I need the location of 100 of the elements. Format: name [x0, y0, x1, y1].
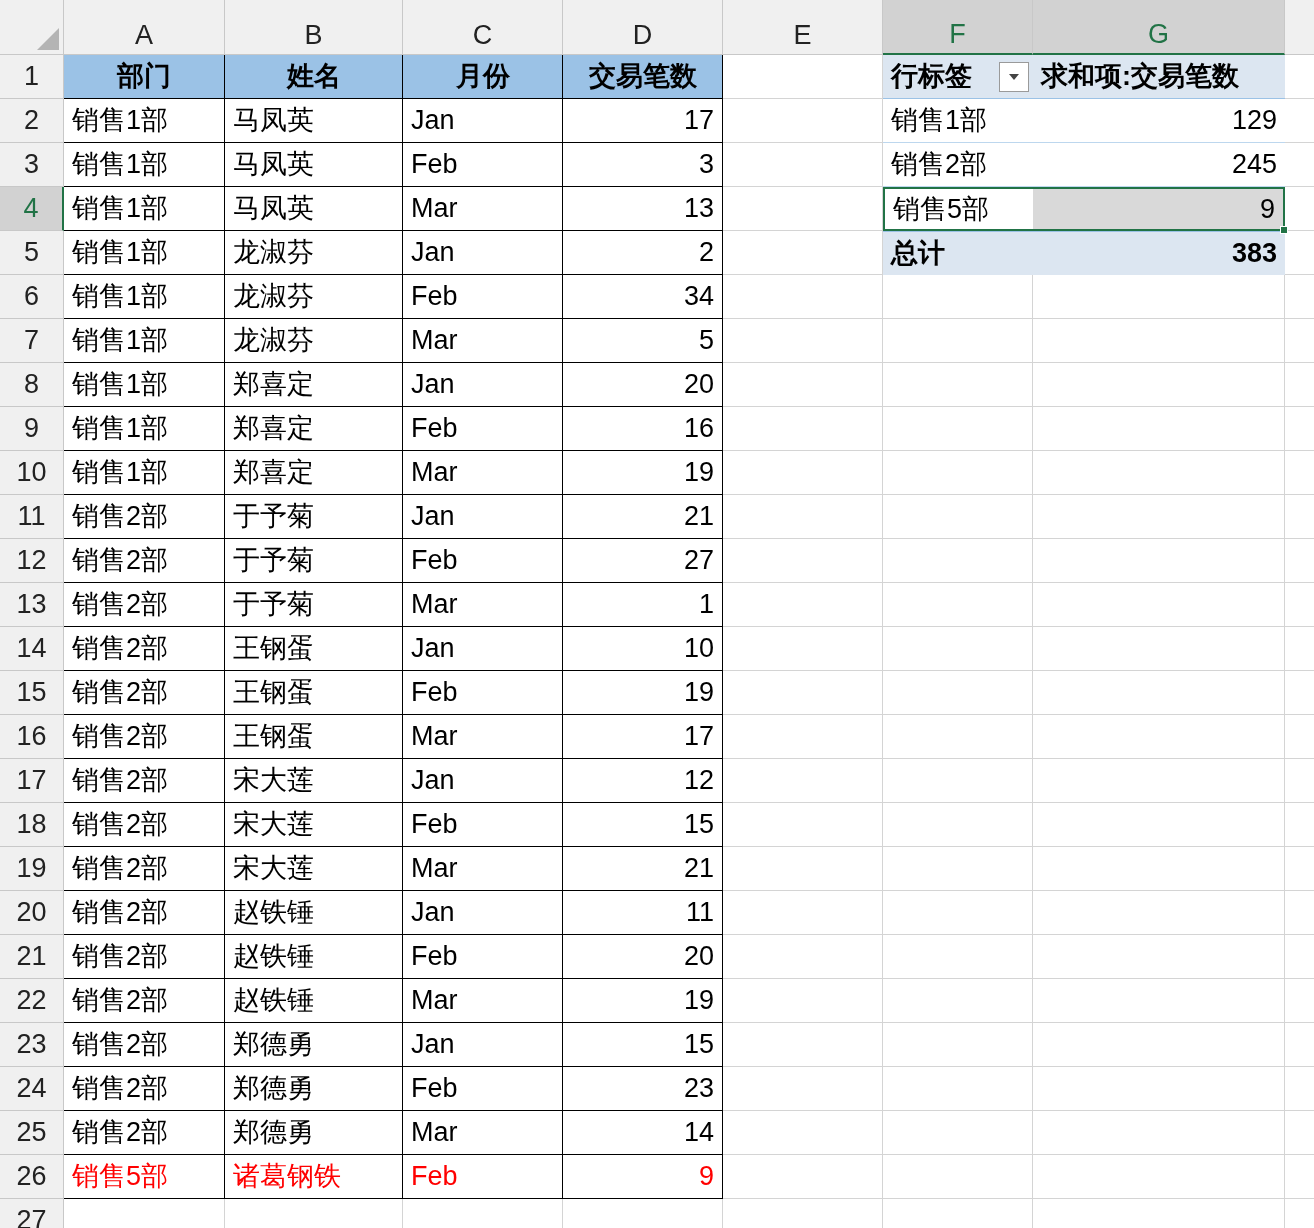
empty-cell[interactable]	[1033, 1155, 1285, 1199]
empty-cell[interactable]	[883, 935, 1033, 979]
empty-cell[interactable]	[723, 847, 883, 891]
column-header[interactable]: A	[64, 0, 225, 55]
row-header[interactable]: 26	[0, 1155, 64, 1199]
row-header[interactable]: 13	[0, 583, 64, 627]
empty-cell[interactable]	[883, 627, 1033, 671]
empty-cell[interactable]	[883, 1023, 1033, 1067]
row-header[interactable]: 8	[0, 363, 64, 407]
empty-cell[interactable]	[1033, 451, 1285, 495]
row-header[interactable]: 3	[0, 143, 64, 187]
empty-cell[interactable]	[723, 671, 883, 715]
empty-cell[interactable]	[1033, 539, 1285, 583]
empty-cell[interactable]	[883, 407, 1033, 451]
empty-cell[interactable]	[1033, 715, 1285, 759]
empty-cell[interactable]	[1033, 803, 1285, 847]
row-header[interactable]: 21	[0, 935, 64, 979]
empty-cell[interactable]	[1033, 495, 1285, 539]
empty-cell[interactable]	[1033, 319, 1285, 363]
empty-cell[interactable]	[723, 1067, 883, 1111]
empty-cell[interactable]	[883, 847, 1033, 891]
row-header[interactable]: 2	[0, 99, 64, 143]
empty-cell[interactable]	[883, 539, 1033, 583]
filter-dropdown-button[interactable]	[999, 61, 1029, 92]
empty-cell[interactable]	[1033, 407, 1285, 451]
row-header[interactable]: 7	[0, 319, 64, 363]
column-header[interactable]: F	[883, 0, 1033, 55]
empty-cell[interactable]	[723, 539, 883, 583]
select-all-icon[interactable]	[37, 28, 59, 50]
empty-cell[interactable]	[1033, 935, 1285, 979]
empty-cell[interactable]	[883, 319, 1033, 363]
empty-cell[interactable]	[1033, 759, 1285, 803]
row-header[interactable]: 10	[0, 451, 64, 495]
empty-cell[interactable]	[1033, 1111, 1285, 1155]
empty-cell[interactable]	[883, 803, 1033, 847]
row-header[interactable]: 14	[0, 627, 64, 671]
empty-cell[interactable]	[723, 935, 883, 979]
empty-cell[interactable]	[1033, 847, 1285, 891]
row-header[interactable]: 4	[0, 187, 64, 231]
empty-cell[interactable]	[883, 363, 1033, 407]
row-header[interactable]: 23	[0, 1023, 64, 1067]
row-header[interactable]: 11	[0, 495, 64, 539]
pivot-row-label[interactable]: 销售1部	[883, 99, 1033, 143]
row-header[interactable]: 1	[0, 55, 64, 99]
fill-handle[interactable]	[1280, 226, 1288, 234]
empty-cell[interactable]	[723, 187, 883, 231]
empty-cell[interactable]	[883, 451, 1033, 495]
column-header[interactable]: D	[563, 0, 723, 55]
empty-cell[interactable]	[1033, 979, 1285, 1023]
empty-cell[interactable]	[723, 1155, 883, 1199]
column-header[interactable]: G	[1033, 0, 1285, 55]
empty-cell[interactable]	[723, 99, 883, 143]
empty-cell[interactable]	[723, 451, 883, 495]
empty-cell[interactable]	[883, 979, 1033, 1023]
empty-cell[interactable]	[723, 275, 883, 319]
empty-cell[interactable]	[883, 759, 1033, 803]
row-header[interactable]: 15	[0, 671, 64, 715]
empty-cell[interactable]	[723, 759, 883, 803]
empty-cell[interactable]	[883, 583, 1033, 627]
row-header[interactable]: 12	[0, 539, 64, 583]
empty-cell[interactable]	[723, 319, 883, 363]
empty-cell[interactable]	[883, 1067, 1033, 1111]
empty-cell[interactable]	[883, 671, 1033, 715]
column-header[interactable]	[1285, 0, 1314, 55]
empty-cell[interactable]	[1033, 627, 1285, 671]
empty-cell[interactable]	[1033, 671, 1285, 715]
pivot-row-label[interactable]: 销售2部	[883, 143, 1033, 187]
column-header[interactable]: C	[403, 0, 563, 55]
row-header[interactable]: 17	[0, 759, 64, 803]
empty-cell[interactable]	[723, 715, 883, 759]
empty-cell[interactable]	[1033, 1023, 1285, 1067]
empty-cell[interactable]	[723, 979, 883, 1023]
empty-cell[interactable]	[1033, 1067, 1285, 1111]
empty-cell[interactable]	[723, 891, 883, 935]
empty-cell[interactable]	[723, 363, 883, 407]
empty-cell[interactable]	[723, 627, 883, 671]
empty-cell[interactable]	[1033, 583, 1285, 627]
row-header[interactable]: 5	[0, 231, 64, 275]
empty-cell[interactable]	[1033, 275, 1285, 319]
empty-cell[interactable]	[883, 1155, 1033, 1199]
empty-cell[interactable]	[723, 1111, 883, 1155]
empty-cell[interactable]	[723, 495, 883, 539]
column-header[interactable]: B	[225, 0, 403, 55]
row-header[interactable]: 25	[0, 1111, 64, 1155]
row-header[interactable]: 9	[0, 407, 64, 451]
column-header[interactable]: E	[723, 0, 883, 55]
row-header[interactable]: 24	[0, 1067, 64, 1111]
empty-cell[interactable]	[723, 143, 883, 187]
empty-cell[interactable]	[883, 715, 1033, 759]
row-header[interactable]: 6	[0, 275, 64, 319]
empty-cell[interactable]	[723, 407, 883, 451]
row-header[interactable]: 22	[0, 979, 64, 1023]
empty-cell[interactable]	[883, 275, 1033, 319]
row-header[interactable]: 18	[0, 803, 64, 847]
empty-cell[interactable]	[723, 1023, 883, 1067]
empty-cell[interactable]	[883, 495, 1033, 539]
empty-cell[interactable]	[723, 583, 883, 627]
row-header[interactable]: 19	[0, 847, 64, 891]
empty-cell[interactable]	[1033, 891, 1285, 935]
empty-cell[interactable]	[1033, 363, 1285, 407]
